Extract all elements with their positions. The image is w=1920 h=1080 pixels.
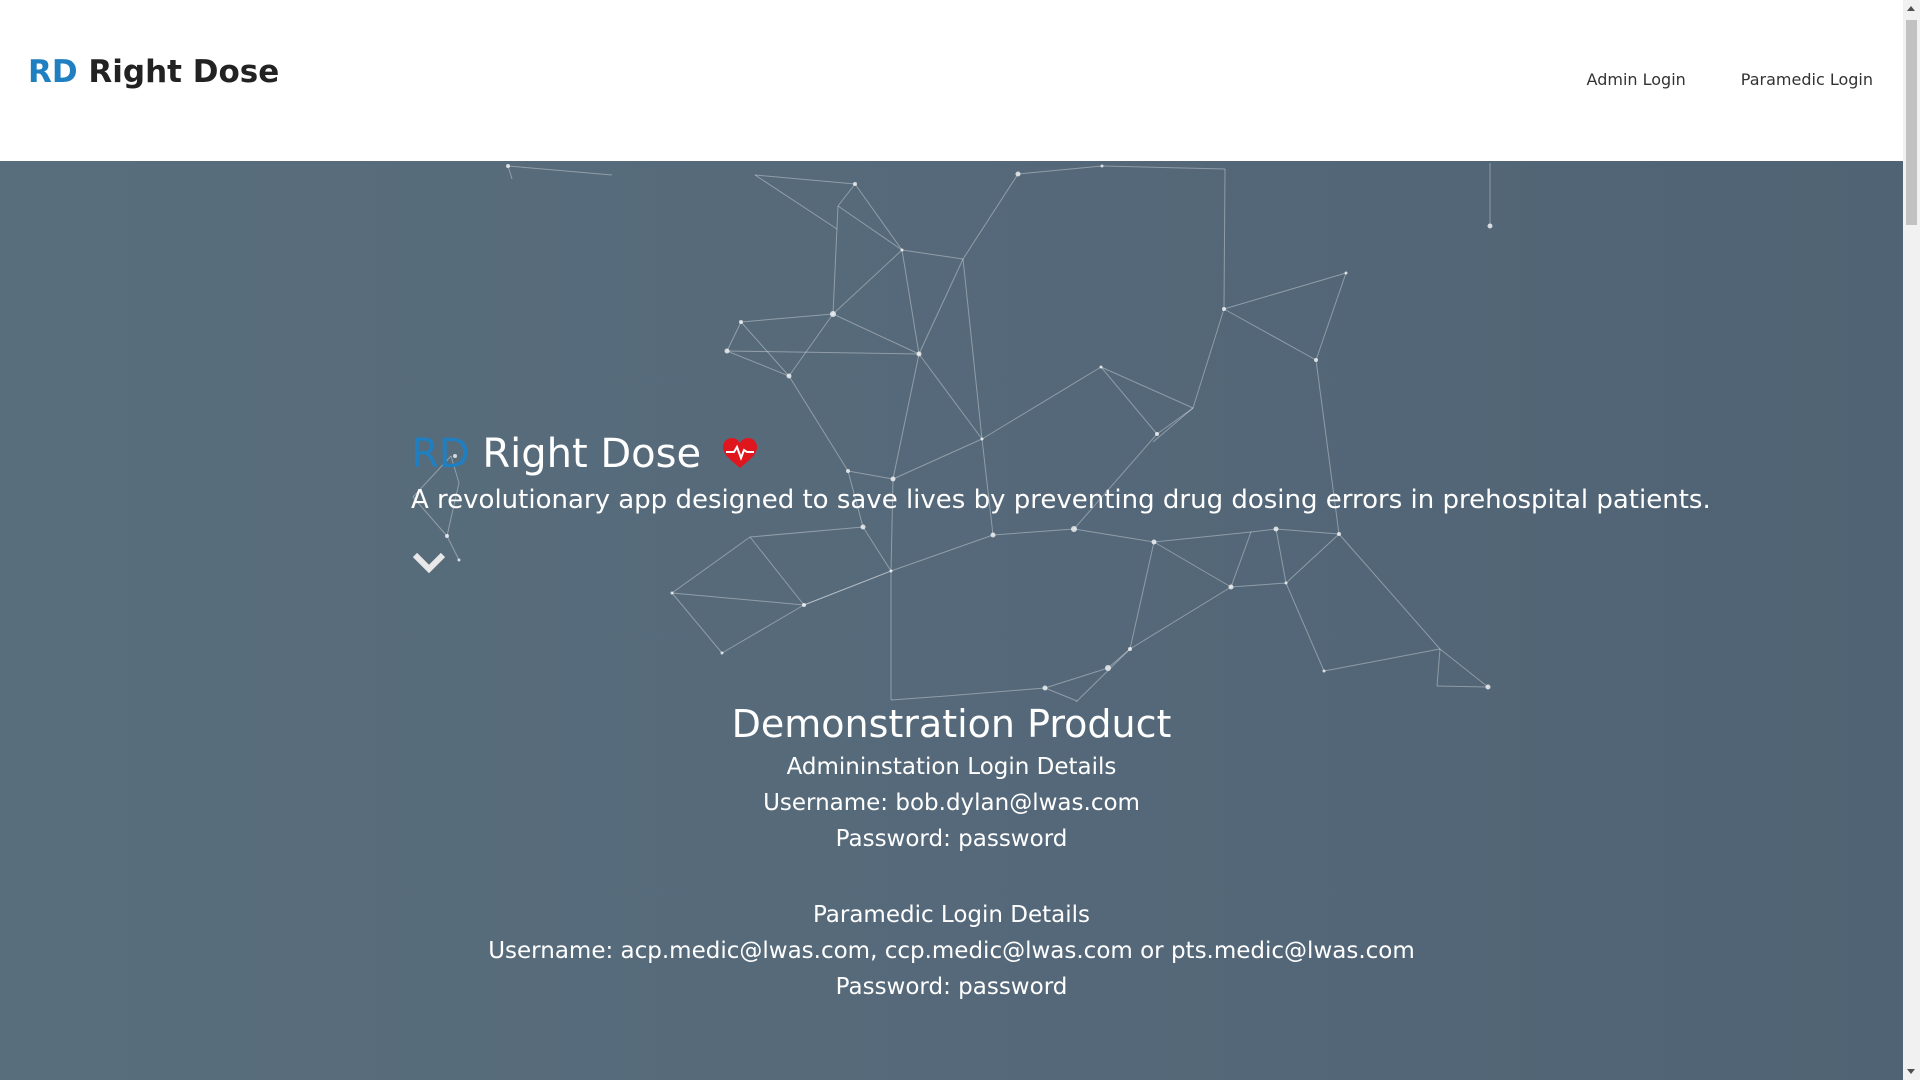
hero-title: RD Right Dose [411,431,758,477]
vertical-scrollbar[interactable] [1903,0,1920,1080]
admin-login-heading: Admininstation Login Details [786,754,1117,780]
scroll-up-icon[interactable] [1907,6,1915,11]
navbar: RD Right Dose Admin Login Paramedic Logi… [0,0,1903,161]
scrollbar-thumb[interactable] [1906,20,1917,225]
heartbeat-icon [722,438,757,468]
brand-abbr: RD [28,54,78,90]
admin-password: Password: password [835,826,1068,852]
nav-links: Admin Login Paramedic Login [1587,70,1873,89]
paramedic-username: Username: acp.medic@lwas.com, ccp.medic@… [488,938,1415,964]
chevron-down-icon[interactable] [411,549,447,575]
demo-info: Demonstration Product Admininstation Log… [0,699,1903,1005]
admin-login-link[interactable]: Admin Login [1587,70,1686,89]
hero-section: RD Right Dose A revolutionary app design… [0,161,1903,1080]
hero-tagline: A revolutionary app designed to save liv… [411,485,1711,515]
paramedic-password: Password: password [835,974,1068,1000]
scroll-down-icon[interactable] [1907,1069,1915,1074]
hero-title-name: Right Dose [482,431,702,477]
brand-logo[interactable]: RD Right Dose [28,54,279,90]
brand-name: Right Dose [88,54,280,90]
demo-title: Demonstration Product [731,702,1172,746]
hero-title-abbr: RD [411,431,470,477]
paramedic-login-heading: Paramedic Login Details [812,902,1091,928]
admin-username: Username: bob.dylan@lwas.com [763,790,1140,816]
page: RD Right Dose Admin Login Paramedic Logi… [0,0,1903,1080]
paramedic-login-link[interactable]: Paramedic Login [1741,70,1873,89]
